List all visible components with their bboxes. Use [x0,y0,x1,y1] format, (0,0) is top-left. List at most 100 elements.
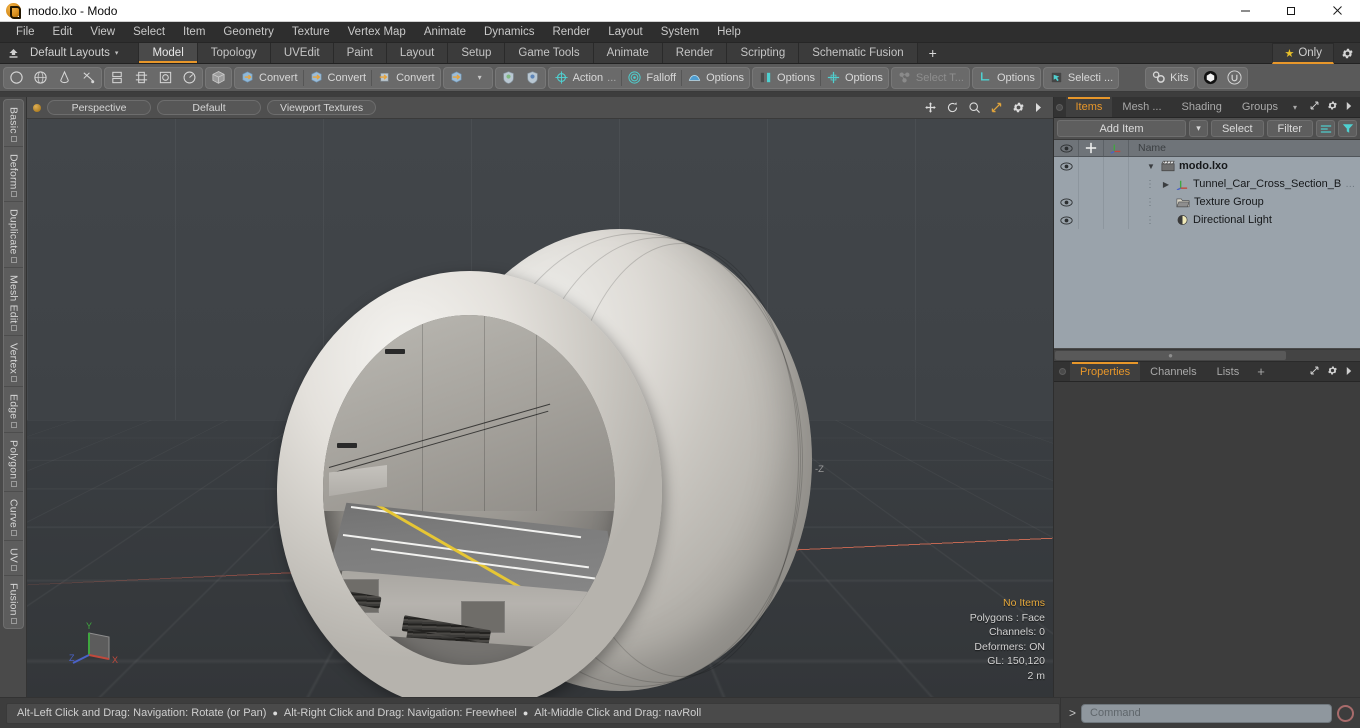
sidebar-item-mesh-edit[interactable]: Mesh Edit [3,268,23,337]
chevron-down-icon[interactable]: ▾ [469,68,491,88]
tab-uvedit[interactable]: UVEdit [270,43,334,63]
panel-menu-dot[interactable] [1054,362,1070,381]
items-list[interactable]: ▼ modo.lxo ⋮ ▶ Tunnel_Car_Cross_Section_… [1054,157,1360,349]
shading-preset-dropdown[interactable]: Default [157,100,261,115]
action-center-button[interactable]: Action ... [550,68,621,88]
stop-circle-icon[interactable] [1337,704,1354,722]
menu-system[interactable]: System [652,24,708,40]
menu-item[interactable]: Item [174,24,214,40]
falloff-options-button[interactable]: Options [683,68,748,88]
sidebar-item-edge[interactable]: Edge [3,387,23,433]
symmetry-options-button[interactable]: Options [754,68,819,88]
falloff-button[interactable]: Falloff [623,68,680,88]
menu-dynamics[interactable]: Dynamics [475,24,543,40]
expand-icon[interactable] [1309,363,1320,381]
add-panel-tab-button[interactable]: + [1249,362,1273,381]
chevron-right-icon[interactable]: ▶ [1160,180,1172,189]
sidebar-item-fusion[interactable]: Fusion [4,576,23,628]
default-layouts-dropdown[interactable]: Default Layouts ▾ [26,43,128,63]
gear-icon[interactable] [1327,363,1338,381]
menu-file[interactable]: File [7,24,44,40]
tab-model[interactable]: Model [138,43,198,63]
unreal-badge-icon[interactable] [1223,68,1246,88]
sidebar-item-duplicate[interactable]: Duplicate [3,202,23,268]
menu-texture[interactable]: Texture [283,24,339,40]
convert-preset-icon[interactable] [445,68,468,88]
chevron-right-icon[interactable] [1034,102,1043,113]
tab-mesh[interactable]: Mesh ... [1112,97,1171,117]
table-row[interactable]: ▼ modo.lxo [1054,157,1360,175]
select-button[interactable]: Select [1210,120,1264,137]
tab-properties[interactable]: Properties [1070,362,1141,381]
sidebar-item-curve[interactable]: Curve [3,492,23,542]
command-input[interactable] [1081,703,1332,723]
clock-icon[interactable] [178,68,201,88]
close-button[interactable] [1314,0,1360,22]
scrollbar-thumb[interactable]: ● [1055,351,1287,360]
funnel-icon[interactable] [1338,120,1357,137]
sidebar-item-vertex[interactable]: Vertex [3,336,23,388]
tab-game-tools[interactable]: Game Tools [505,43,594,63]
tab-channels[interactable]: Channels [1140,362,1206,381]
item-row-directional-light[interactable]: ⋮ Directional Light [1129,214,1360,226]
convert-button-2[interactable]: Convert [305,68,371,88]
tab-schematic-fusion[interactable]: Schematic Fusion [799,43,918,63]
chevron-down-icon[interactable]: ▼ [1145,162,1157,171]
display-mode-dropdown[interactable]: Viewport Textures [267,100,377,115]
tab-lists[interactable]: Lists [1207,362,1250,381]
rotate-icon[interactable] [946,101,959,114]
list-view-icon[interactable] [1316,120,1335,137]
tab-topology[interactable]: Topology [197,43,271,63]
tab-animate[interactable]: Animate [593,43,663,63]
only-favorites-toggle[interactable]: ★ Only [1272,43,1334,64]
move-icon[interactable] [924,101,937,114]
selection-set-button[interactable]: Selecti ... [1045,68,1117,88]
tab-scripting[interactable]: Scripting [727,43,800,63]
expand-icon[interactable] [1309,98,1320,116]
minimize-button[interactable] [1222,0,1268,22]
filter-button[interactable]: Filter [1266,120,1313,137]
view-mode-dropdown[interactable]: Perspective [47,100,151,115]
table-row[interactable]: ⋮ Texture Group [1054,193,1360,211]
menu-geometry[interactable]: Geometry [214,24,283,40]
shield-green-icon[interactable] [497,68,520,88]
menu-vertex-map[interactable]: Vertex Map [339,24,415,40]
sidebar-item-basic[interactable]: Basic [3,100,23,147]
zoom-icon[interactable] [968,101,981,114]
chevron-right-icon[interactable] [1345,363,1353,381]
3d-viewport[interactable]: -Z Y X Z No Items Polygons: Face Channe… [27,119,1053,697]
tab-groups[interactable]: Groups [1232,97,1288,117]
cube-icon[interactable] [207,68,230,88]
tab-setup[interactable]: Setup [448,43,506,63]
tab-items[interactable]: Items [1065,97,1113,117]
sidebar-item-deform[interactable]: Deform [3,147,23,203]
tab-paint[interactable]: Paint [333,43,387,63]
snapping-options-button[interactable]: Options [822,68,887,88]
select-through-button[interactable]: Select T... [893,68,968,88]
add-layout-tab-button[interactable]: + [918,43,948,63]
gear-icon[interactable] [1334,43,1360,63]
cone-icon[interactable] [53,68,76,88]
item-row-tunnel-mesh[interactable]: ⋮ ▶ Tunnel_Car_Cross_Section_B … [1129,178,1360,190]
convert-button-3[interactable]: Convert [373,68,439,88]
gear-icon[interactable] [1012,101,1025,114]
item-row-texture-group[interactable]: ⋮ Texture Group [1129,196,1360,208]
chevron-down-icon[interactable]: ▾ [1288,97,1302,117]
stack-icon[interactable] [106,68,129,88]
cut-icon[interactable] [77,68,100,88]
gear-icon[interactable] [1327,98,1338,116]
kits-button[interactable]: Kits [1147,68,1192,88]
table-row[interactable]: ⋮ ▶ Tunnel_Car_Cross_Section_B … [1054,175,1360,193]
menu-animate[interactable]: Animate [415,24,475,40]
chevron-right-icon[interactable] [1345,98,1353,116]
items-list-scrollbar[interactable]: ● [1054,349,1360,361]
row-visibility-toggle[interactable] [1054,157,1079,175]
convert-button-1[interactable]: Convert [236,68,302,88]
table-row[interactable]: ⋮ Directional Light [1054,211,1360,229]
shield-blue-icon[interactable] [521,68,544,88]
center-icon[interactable] [154,68,177,88]
add-item-dropdown-icon[interactable]: ▾ [1188,120,1208,137]
modo-badge-icon[interactable] [1199,68,1222,88]
item-row-scene[interactable]: ▼ modo.lxo [1129,160,1360,172]
menu-help[interactable]: Help [708,24,750,40]
